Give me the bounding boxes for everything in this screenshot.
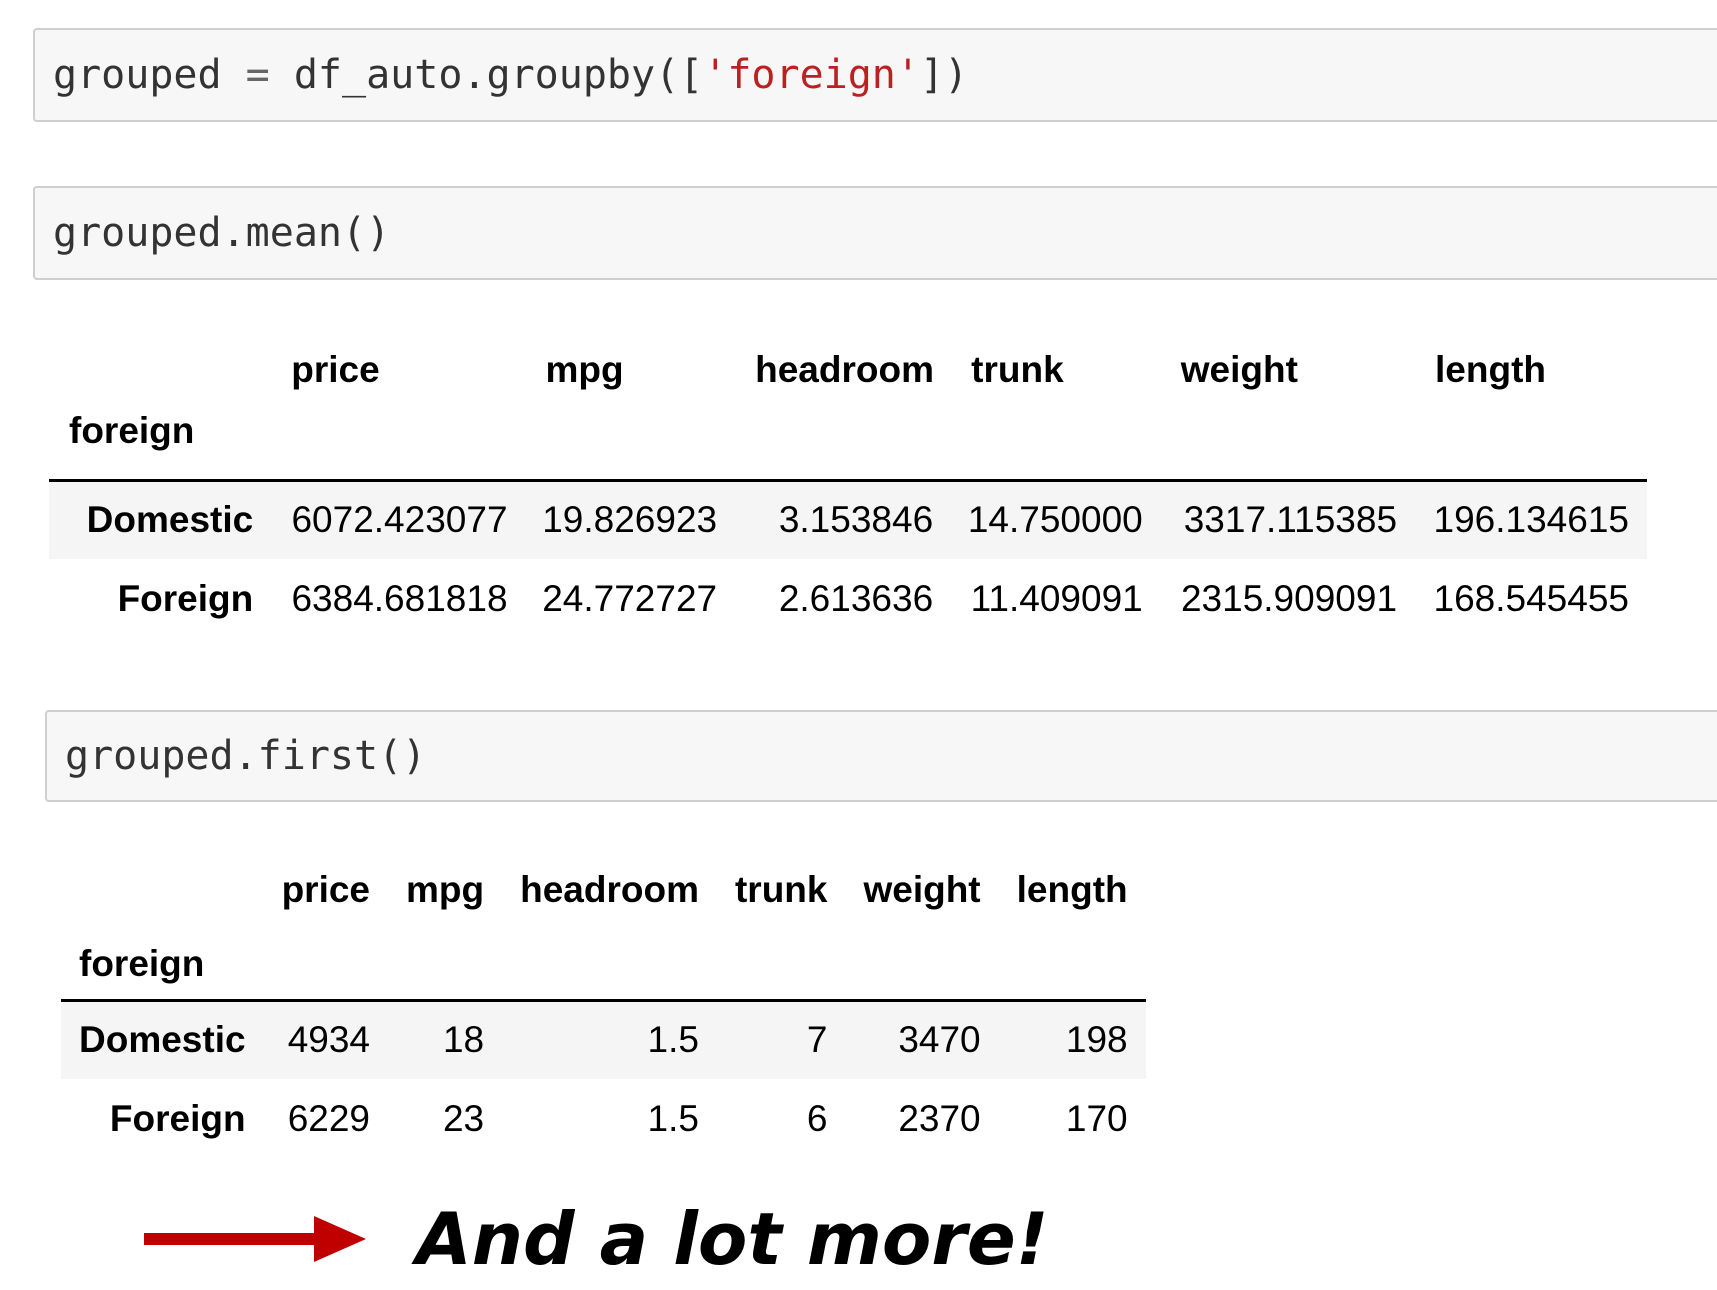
code-string-literal: 'foreign' xyxy=(703,52,920,98)
row-label: Domestic xyxy=(61,998,264,1079)
table-row: Foreign 6229 23 1.5 6 2370 170 xyxy=(61,1079,1146,1158)
table-cell: 170 xyxy=(1065,1097,1128,1139)
first-output-table: price mpg headroom trunk weight length f… xyxy=(61,850,1146,1158)
column-header: mpg xyxy=(406,869,485,910)
blank-corner xyxy=(61,850,264,930)
arrow-right-icon xyxy=(144,1216,366,1262)
table-cell: 168.545455 xyxy=(1433,577,1629,619)
code-operator: = xyxy=(245,52,270,98)
table-cell: 3470 xyxy=(845,998,999,1079)
table-cell: 6384.681818 xyxy=(291,577,508,619)
table-cell: 3.153846 xyxy=(735,478,952,559)
code-text-part: df_auto.groupby([ xyxy=(269,52,704,98)
table-cell: 2370 xyxy=(898,1097,981,1139)
table-cell: 14.750000 xyxy=(951,478,1161,559)
column-header: price xyxy=(281,869,370,910)
column-header: weight xyxy=(1180,349,1298,390)
table-cell: 3317.115385 xyxy=(1160,478,1416,559)
index-name-row: foreign xyxy=(49,410,1647,480)
mean-output-table: price mpg headroom trunk weight length f… xyxy=(49,330,1647,638)
index-name: foreign xyxy=(79,943,205,985)
table-cell: 4934 xyxy=(263,998,388,1079)
column-header: headroom xyxy=(520,869,699,910)
column-header: weight xyxy=(863,869,981,910)
index-name: foreign xyxy=(69,410,195,451)
table-cell: 19.826923 xyxy=(525,478,736,559)
row-label: Foreign xyxy=(109,1097,246,1139)
table-cell: 18 xyxy=(388,998,503,1079)
table-cell: 198 xyxy=(998,998,1146,1079)
table-row: Domestic 4934 18 1.5 7 3470 198 xyxy=(61,998,1146,1079)
table-cell: 6072.423077 xyxy=(271,478,526,559)
column-header-row: price mpg headroom trunk weight length xyxy=(49,330,1647,410)
column-header-row: price mpg headroom trunk weight length xyxy=(61,850,1146,930)
column-header: price xyxy=(291,349,380,390)
code-cell-first[interactable]: grouped.first() xyxy=(45,710,1717,802)
row-label: Foreign xyxy=(117,577,254,619)
column-header: headroom xyxy=(755,349,934,390)
blank-corner xyxy=(49,330,271,410)
code-text: grouped.mean() xyxy=(53,210,391,256)
table-row: Foreign 6384.681818 24.772727 2.613636 1… xyxy=(49,559,1647,638)
table-cell: 6229 xyxy=(287,1097,370,1139)
code-cell-groupby[interactable]: grouped = df_auto.groupby(['foreign']) xyxy=(33,28,1717,122)
column-header: length xyxy=(1016,869,1128,910)
table-cell: 1.5 xyxy=(647,1097,699,1139)
column-header: trunk xyxy=(971,349,1064,390)
table-cell: 2315.909091 xyxy=(1180,577,1398,619)
index-name-row: foreign xyxy=(61,930,1146,1000)
table-cell: 7 xyxy=(716,998,846,1079)
table-cell: 1.5 xyxy=(502,998,717,1079)
table-cell: 2.613636 xyxy=(778,577,934,619)
table-cell: 6 xyxy=(806,1097,828,1139)
code-text-part: grouped xyxy=(53,52,246,98)
table-cell: 24.772727 xyxy=(542,577,718,619)
column-header: length xyxy=(1435,349,1547,390)
table-cell: 23 xyxy=(442,1097,485,1139)
table-cell: 196.134615 xyxy=(1415,478,1647,559)
code-cell-mean[interactable]: grouped.mean() xyxy=(33,186,1717,280)
column-header: trunk xyxy=(734,869,828,910)
code-text: grouped.first() xyxy=(65,733,427,779)
column-header: mpg xyxy=(545,349,624,390)
callout-text: And a lot more! xyxy=(416,1197,1049,1281)
table-cell: 11.409091 xyxy=(970,577,1143,619)
row-label: Domestic xyxy=(49,478,272,559)
table-row: Domestic 6072.423077 19.826923 3.153846 … xyxy=(49,478,1647,559)
code-text-part: ]) xyxy=(919,52,969,98)
